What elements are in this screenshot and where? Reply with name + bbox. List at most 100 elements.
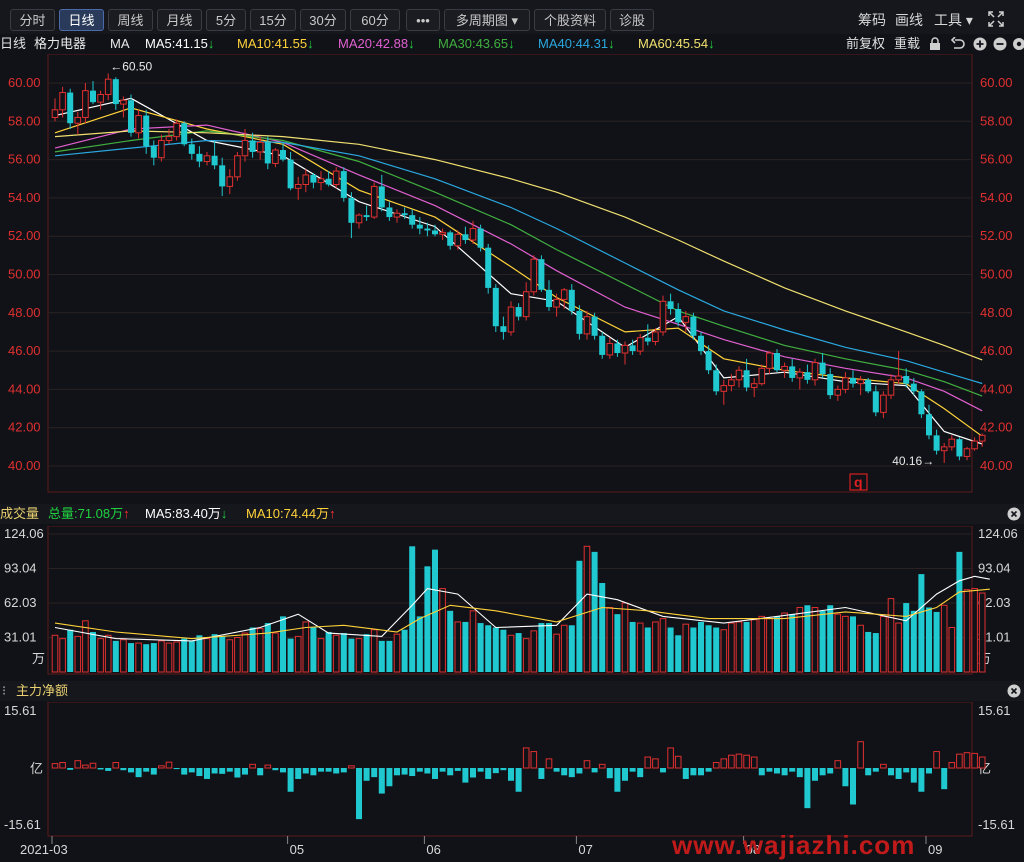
flow-bar-negative [432, 768, 438, 779]
expand-icon[interactable] [988, 11, 1004, 27]
volume-bar-down [128, 643, 134, 672]
volume-bar-up [583, 545, 591, 673]
flow-bar-negative [637, 768, 644, 778]
zoom-out-icon[interactable] [993, 37, 1007, 51]
flow-bar-negative [758, 768, 765, 776]
flow-bar-positive [712, 762, 720, 769]
y-tick-label: 48.00 [8, 305, 41, 320]
y-tick-label: 52.00 [8, 228, 41, 243]
zoom-in-icon[interactable] [973, 37, 987, 51]
volume-bar-up [621, 602, 629, 673]
drag-handle-icon[interactable]: ⁝ [2, 681, 6, 701]
period-btn-0[interactable]: 分时 [10, 9, 55, 31]
candlestick-chart[interactable]: 60.00 58.00 56.00 54.00 52.00 50.00 48.00 46.00… [0, 54, 1024, 500]
candle-body-up [469, 228, 477, 241]
period-btn-1[interactable]: 日线 [59, 9, 104, 31]
close-panel-icon[interactable] [1007, 684, 1021, 698]
candle-body-up [272, 149, 279, 164]
volume-bar-up [880, 615, 887, 673]
candle-body-up [758, 367, 766, 385]
flow-bar-positive [530, 751, 538, 769]
ma10-text: MA10:41.55 [237, 36, 308, 51]
x-tick-label: 06 [426, 842, 440, 857]
flow-bar-negative [447, 768, 454, 776]
candle-body-up [720, 385, 728, 392]
flow-bar-negative [477, 768, 484, 772]
volume-bar-down [386, 640, 393, 672]
volume-chart[interactable]: 124.06 93.04 62.03 31.01 万 124.06 93.04 62.03 3… [0, 526, 1024, 678]
volume-bar-up [728, 622, 735, 673]
q-marker[interactable]: q [854, 474, 863, 490]
candle-body-down [325, 178, 332, 185]
flow-bar-negative [143, 768, 150, 772]
volume-bar-down [363, 634, 370, 672]
volume-bar-down [568, 625, 575, 672]
period-btn-7[interactable]: 60分 [350, 9, 400, 31]
volume-bar-up [454, 621, 462, 673]
reload-button[interactable]: 重载 [894, 34, 920, 54]
volume-bar-down [705, 625, 712, 672]
flow-bar-negative [333, 768, 340, 774]
flow-bar-negative [872, 768, 879, 772]
period-btn-4[interactable]: 5分 [206, 9, 246, 31]
volume-bar-up [74, 635, 82, 673]
ma5-value: MA5:41.15↓ [145, 34, 214, 54]
stock-info-button[interactable]: 个股资料 [534, 9, 606, 31]
candle-body-down [804, 372, 811, 380]
period-btn-5[interactable]: 15分 [250, 9, 296, 31]
period-btn-2[interactable]: 周线 [108, 9, 153, 31]
ma5-text: MA5:41.15 [145, 36, 208, 51]
volume-bar-down [90, 631, 96, 672]
volume-bar-up [241, 632, 249, 673]
volume-bar-up [758, 615, 766, 673]
volume-bar-up [553, 633, 560, 673]
flow-bar-positive [74, 760, 82, 769]
volume-ma-lines [54, 575, 990, 642]
period-btn-3[interactable]: 月线 [157, 9, 202, 31]
more-periods-button[interactable]: ••• [406, 9, 440, 31]
candle-body-down [872, 391, 879, 413]
candle-body-up [74, 116, 82, 124]
flow-bar-negative [774, 768, 780, 774]
flow-bar-negative [135, 768, 142, 778]
close-panel-icon[interactable] [1007, 507, 1021, 521]
tools-dropdown[interactable]: 工具 ▾ [934, 10, 973, 30]
undo-icon[interactable] [951, 37, 965, 51]
volume-bar-down [515, 633, 522, 672]
down-arrow-icon: ↓ [708, 36, 715, 51]
volume-bar-up [606, 606, 614, 673]
flow-bar-positive [834, 760, 842, 769]
chip-button[interactable]: 筹码 [858, 10, 886, 30]
flow-bar-negative [492, 768, 499, 774]
adjust-mode-button[interactable]: 前复权 [846, 34, 885, 54]
period-btn-6[interactable]: 30分 [300, 9, 346, 31]
volume-bar-down [150, 643, 157, 672]
period-toolbar: 分时 日线 周线 月线 5分 15分 30分 60分 ••• 多周期图 ▾ 个股… [0, 0, 1024, 34]
candle-body-up [370, 185, 378, 218]
volume-bar-down [850, 616, 856, 672]
volume-bar-up [332, 634, 340, 673]
candle-body-down [614, 343, 621, 354]
volume-bar-down [492, 627, 499, 672]
settings-icon[interactable] [1012, 37, 1024, 51]
volume-bar-up [393, 633, 401, 673]
draw-line-button[interactable]: 画线 [895, 10, 923, 30]
flow-bar-negative [804, 768, 811, 809]
lock-icon[interactable] [929, 37, 941, 51]
flow-bar-negative [614, 768, 621, 792]
candle-body-down [462, 234, 469, 241]
diagnose-button[interactable]: 诊股 [610, 9, 654, 31]
multi-period-dropdown[interactable]: 多周期图 ▾ [444, 9, 530, 31]
down-arrow-icon: ↓ [508, 36, 515, 51]
volume-bar-down [424, 566, 431, 672]
volume-bar-up [234, 637, 241, 673]
flow-bar-positive [963, 752, 971, 769]
flow-bar-negative [310, 768, 317, 776]
flow-bar-negative [812, 768, 818, 781]
volume-bar-up [294, 635, 302, 673]
y-tick-label: 40.00 [980, 458, 1013, 473]
ma60-text: MA60:45.54 [638, 36, 709, 51]
y-tick-label: 44.00 [8, 381, 41, 396]
candle-body-down [599, 335, 606, 355]
flow-bar-positive [880, 763, 887, 769]
